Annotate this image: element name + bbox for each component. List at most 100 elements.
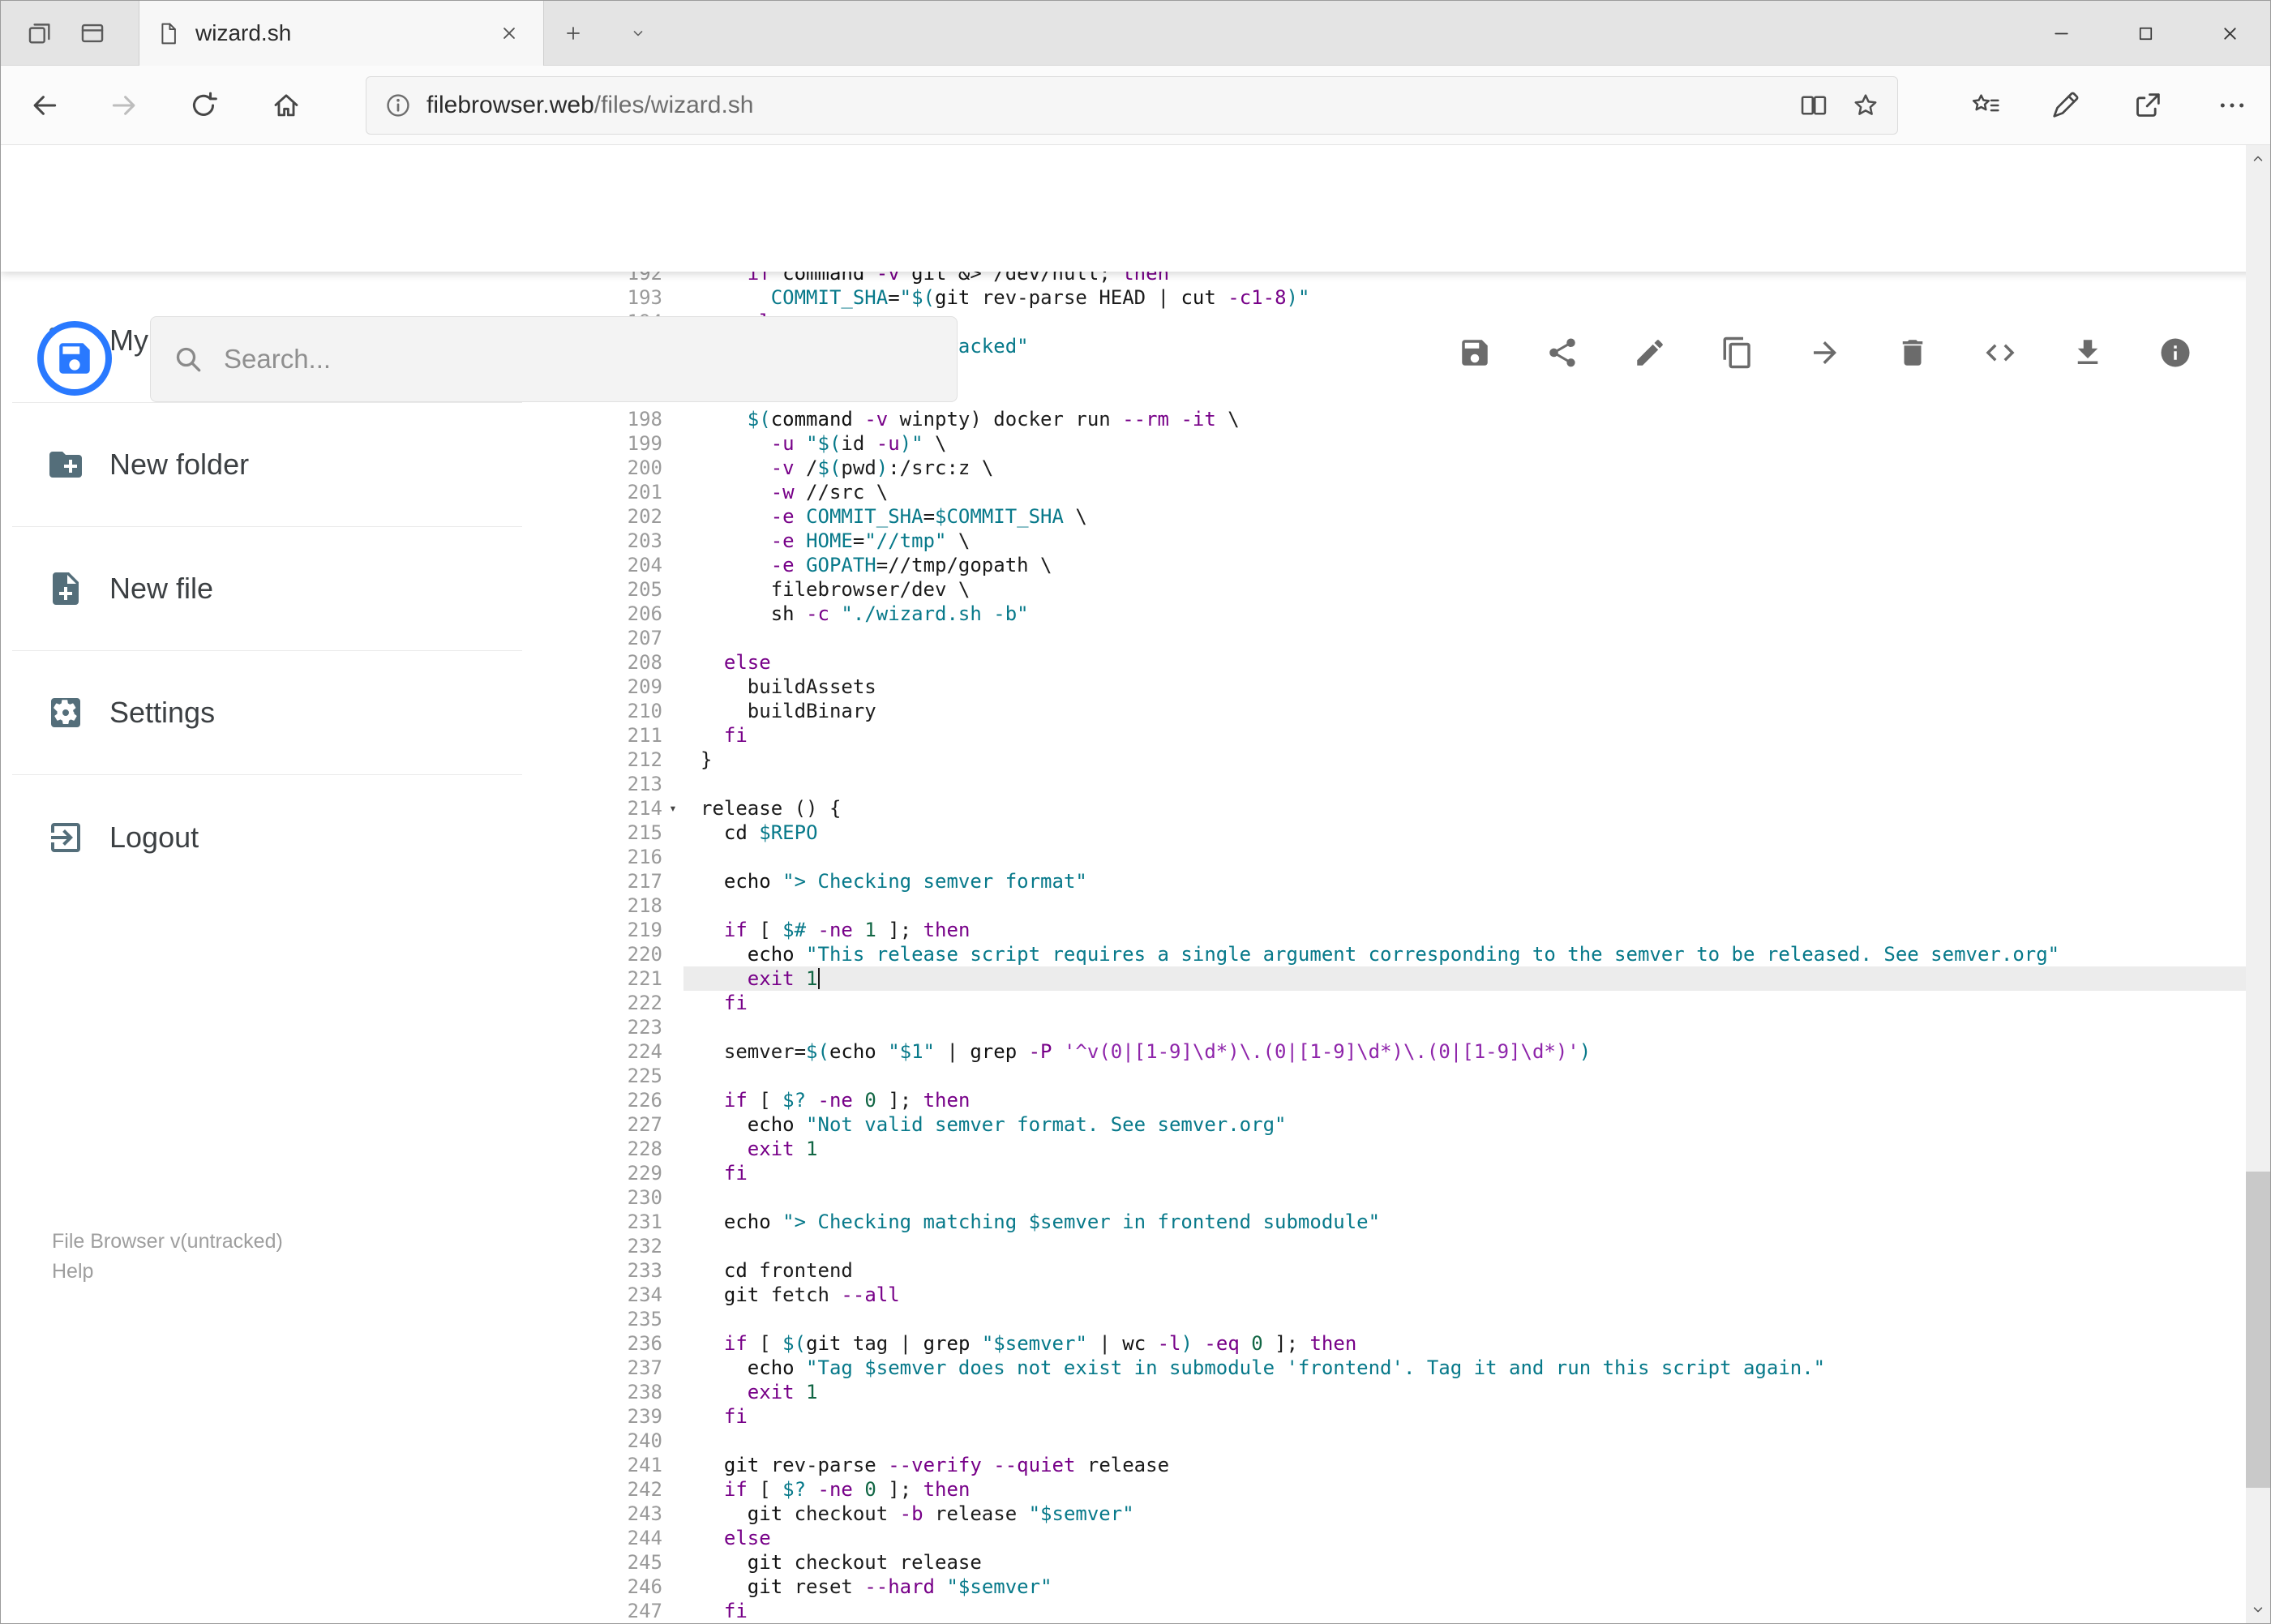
code-line-207[interactable]: 207 (585, 626, 2246, 650)
fold-gutter (662, 1039, 683, 1064)
site-info-icon[interactable] (376, 84, 420, 127)
code-line-245[interactable]: 245 git checkout release (585, 1550, 2246, 1575)
sidebar-item-new-folder[interactable]: New folder (12, 403, 522, 527)
delete-button[interactable] (1883, 324, 1942, 382)
code-line-244[interactable]: 244 else (585, 1526, 2246, 1550)
close-window-button[interactable] (2187, 1, 2270, 66)
code-text: echo "This release script requires a sin… (747, 943, 2060, 966)
reading-view-button[interactable] (1792, 84, 1836, 127)
code-line-217[interactable]: 217 echo "> Checking semver format" (585, 869, 2246, 893)
code-text: echo "> Checking matching $semver in fro… (723, 1211, 1381, 1233)
code-line-227[interactable]: 227 echo "Not valid semver format. See s… (585, 1112, 2246, 1137)
code-line-208[interactable]: 208 else (585, 650, 2246, 675)
edit-button[interactable] (1621, 324, 1679, 382)
tabs-preview-button[interactable] (68, 1, 117, 66)
save-button[interactable] (1446, 324, 1504, 382)
code-line-229[interactable]: 229 fi (585, 1161, 2246, 1185)
sidebar-item-new-file[interactable]: New file (12, 527, 522, 651)
code-button[interactable] (1971, 324, 2029, 382)
code-line-202[interactable]: 202 -e COMMIT_SHA=$COMMIT_SHA \ (585, 504, 2246, 529)
url-text[interactable]: filebrowser.web/files/wizard.sh (426, 92, 1784, 119)
code-line-214[interactable]: 214 ▾ release () { (585, 796, 2246, 821)
share-page-button[interactable] (2119, 77, 2176, 134)
code-line-205[interactable]: 205 filebrowser/dev \ (585, 577, 2246, 602)
code-line-233[interactable]: 233 cd frontend (585, 1258, 2246, 1283)
download-button[interactable] (2059, 324, 2117, 382)
set-tabs-aside-button[interactable] (15, 1, 64, 66)
scrollbar-thumb[interactable] (2246, 1172, 2270, 1488)
code-line-200[interactable]: 200 -v /$(pwd):/src:z \ (585, 456, 2246, 480)
search-input[interactable] (224, 344, 936, 375)
code-line-240[interactable]: 240 (585, 1429, 2246, 1453)
code-line-220[interactable]: 220 echo "This release script requires a… (585, 942, 2246, 966)
code-line-215[interactable]: 215 cd $REPO (585, 821, 2246, 845)
minimize-button[interactable] (2019, 1, 2103, 66)
code-line-228[interactable]: 228 exit 1 (585, 1137, 2246, 1161)
back-button[interactable] (16, 77, 73, 134)
code-line-209[interactable]: 209 buildAssets (585, 675, 2246, 699)
code-line-223[interactable]: 223 (585, 1015, 2246, 1039)
code-line-199[interactable]: 199 -u "$(id -u)" \ (585, 431, 2246, 456)
refresh-button[interactable] (175, 77, 232, 134)
help-link[interactable]: Help (52, 1257, 283, 1287)
sidebar-item-logout[interactable]: Logout (12, 775, 522, 899)
code-line-224[interactable]: 224 semver=$(echo "$1" | grep -P '^v(0|[… (585, 1039, 2246, 1064)
web-note-button[interactable] (2037, 77, 2093, 134)
home-button[interactable] (258, 77, 315, 134)
code-text: sh -c "./wizard.sh -b" (770, 602, 1029, 625)
scroll-up-button[interactable] (2246, 145, 2270, 173)
maximize-button[interactable] (2103, 1, 2187, 66)
code-line-225[interactable]: 225 (585, 1064, 2246, 1088)
page-scrollbar[interactable] (2246, 145, 2270, 1623)
code-line-237[interactable]: 237 echo "Tag $semver does not exist in … (585, 1356, 2246, 1380)
code-line-219[interactable]: 219 if [ $# -ne 1 ]; then (585, 918, 2246, 942)
code-line-235[interactable]: 235 (585, 1307, 2246, 1331)
hub-button[interactable] (1957, 77, 2014, 134)
code-line-242[interactable]: 242 if [ $? -ne 0 ]; then (585, 1477, 2246, 1502)
tab-preview-toggle[interactable] (611, 1, 666, 66)
code-line-211[interactable]: 211 fi (585, 723, 2246, 748)
code-line-232[interactable]: 232 (585, 1234, 2246, 1258)
code-line-226[interactable]: 226 if [ $? -ne 0 ]; then (585, 1088, 2246, 1112)
code-line-234[interactable]: 234 git fetch --all (585, 1283, 2246, 1307)
new-tab-button[interactable] (546, 1, 601, 66)
code-line-218[interactable]: 218 (585, 893, 2246, 918)
move-button[interactable] (1796, 324, 1854, 382)
url-bar[interactable]: filebrowser.web/files/wizard.sh (366, 76, 1898, 135)
code-line-212[interactable]: 212} (585, 748, 2246, 772)
code-line-239[interactable]: 239 fi (585, 1404, 2246, 1429)
code-line-231[interactable]: 231 echo "> Checking matching $semver in… (585, 1210, 2246, 1234)
sidebar-item-settings[interactable]: Settings (12, 651, 522, 775)
code-line-241[interactable]: 241 git rev-parse --verify --quiet relea… (585, 1453, 2246, 1477)
search-box[interactable] (150, 316, 958, 402)
more-menu-button[interactable] (2204, 77, 2260, 134)
share-button[interactable] (1533, 324, 1592, 382)
copy-button[interactable] (1708, 324, 1767, 382)
code-line-204[interactable]: 204 -e GOPATH=//tmp/gopath \ (585, 553, 2246, 577)
code-line-222[interactable]: 222 fi (585, 991, 2246, 1015)
sidebar-item-label: Settings (109, 696, 216, 729)
app-logo[interactable] (37, 321, 112, 396)
info-button[interactable] (2146, 324, 2205, 382)
fold-gutter (662, 1380, 683, 1404)
code-line-246[interactable]: 246 git reset --hard "$semver" (585, 1575, 2246, 1599)
tab-close-button[interactable] (491, 15, 527, 51)
code-line-238[interactable]: 238 exit 1 (585, 1380, 2246, 1404)
favorite-button[interactable] (1844, 84, 1888, 127)
scroll-down-button[interactable] (2246, 1596, 2270, 1623)
code-line-210[interactable]: 210 buildBinary (585, 699, 2246, 723)
code-line-230[interactable]: 230 (585, 1185, 2246, 1210)
code-line-213[interactable]: 213 (585, 772, 2246, 796)
code-lines: 192 if command -v git &> /dev/null; then… (585, 261, 2246, 1623)
code-line-247[interactable]: 247 fi (585, 1599, 2246, 1623)
code-line-236[interactable]: 236 if [ $(git tag | grep "$semver" | wc… (585, 1331, 2246, 1356)
code-line-206[interactable]: 206 sh -c "./wizard.sh -b" (585, 602, 2246, 626)
forward-button[interactable] (96, 77, 152, 134)
code-line-243[interactable]: 243 git checkout -b release "$semver" (585, 1502, 2246, 1526)
code-line-203[interactable]: 203 -e HOME="//tmp" \ (585, 529, 2246, 553)
code-line-221[interactable]: 221 exit 1 (585, 966, 2246, 991)
code-line-201[interactable]: 201 -w //src \ (585, 480, 2246, 504)
fold-marker-icon[interactable]: ▾ (662, 796, 683, 821)
browser-tab[interactable]: wizard.sh (139, 1, 544, 66)
code-line-216[interactable]: 216 (585, 845, 2246, 869)
